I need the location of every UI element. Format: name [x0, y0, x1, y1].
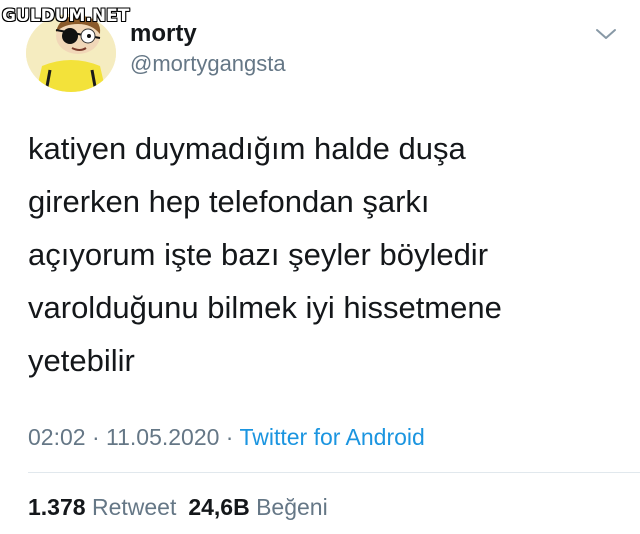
- likes-stat[interactable]: 24,6B Beğeni: [188, 494, 327, 520]
- tweet-source-link[interactable]: Twitter for Android: [239, 424, 424, 450]
- chevron-down-icon[interactable]: [594, 24, 618, 44]
- meta-separator: ·: [85, 424, 107, 450]
- tweet-meta: 02:02 · 11.05.2020 · Twitter for Android: [28, 424, 425, 451]
- likes-label: Beğeni: [256, 494, 328, 520]
- tweet-date[interactable]: 11.05.2020: [106, 424, 219, 450]
- retweets-stat[interactable]: 1.378 Retweet: [28, 494, 176, 520]
- user-handle[interactable]: @mortygangsta: [130, 51, 286, 77]
- tweet-text: katiyen duymadığım halde duşa girerken h…: [28, 131, 502, 378]
- meta-separator: ·: [219, 424, 240, 450]
- site-watermark: GULDUM.NET: [2, 6, 130, 26]
- retweets-label: Retweet: [91, 494, 177, 520]
- likes-count: 24,6B: [188, 494, 250, 520]
- tweet-stats: 1.378 Retweet 24,6B Beğeni: [28, 494, 328, 521]
- tweet-time[interactable]: 02:02: [28, 424, 86, 450]
- display-name[interactable]: morty: [130, 20, 197, 48]
- retweets-count: 1.378: [28, 494, 86, 520]
- divider: [28, 472, 640, 473]
